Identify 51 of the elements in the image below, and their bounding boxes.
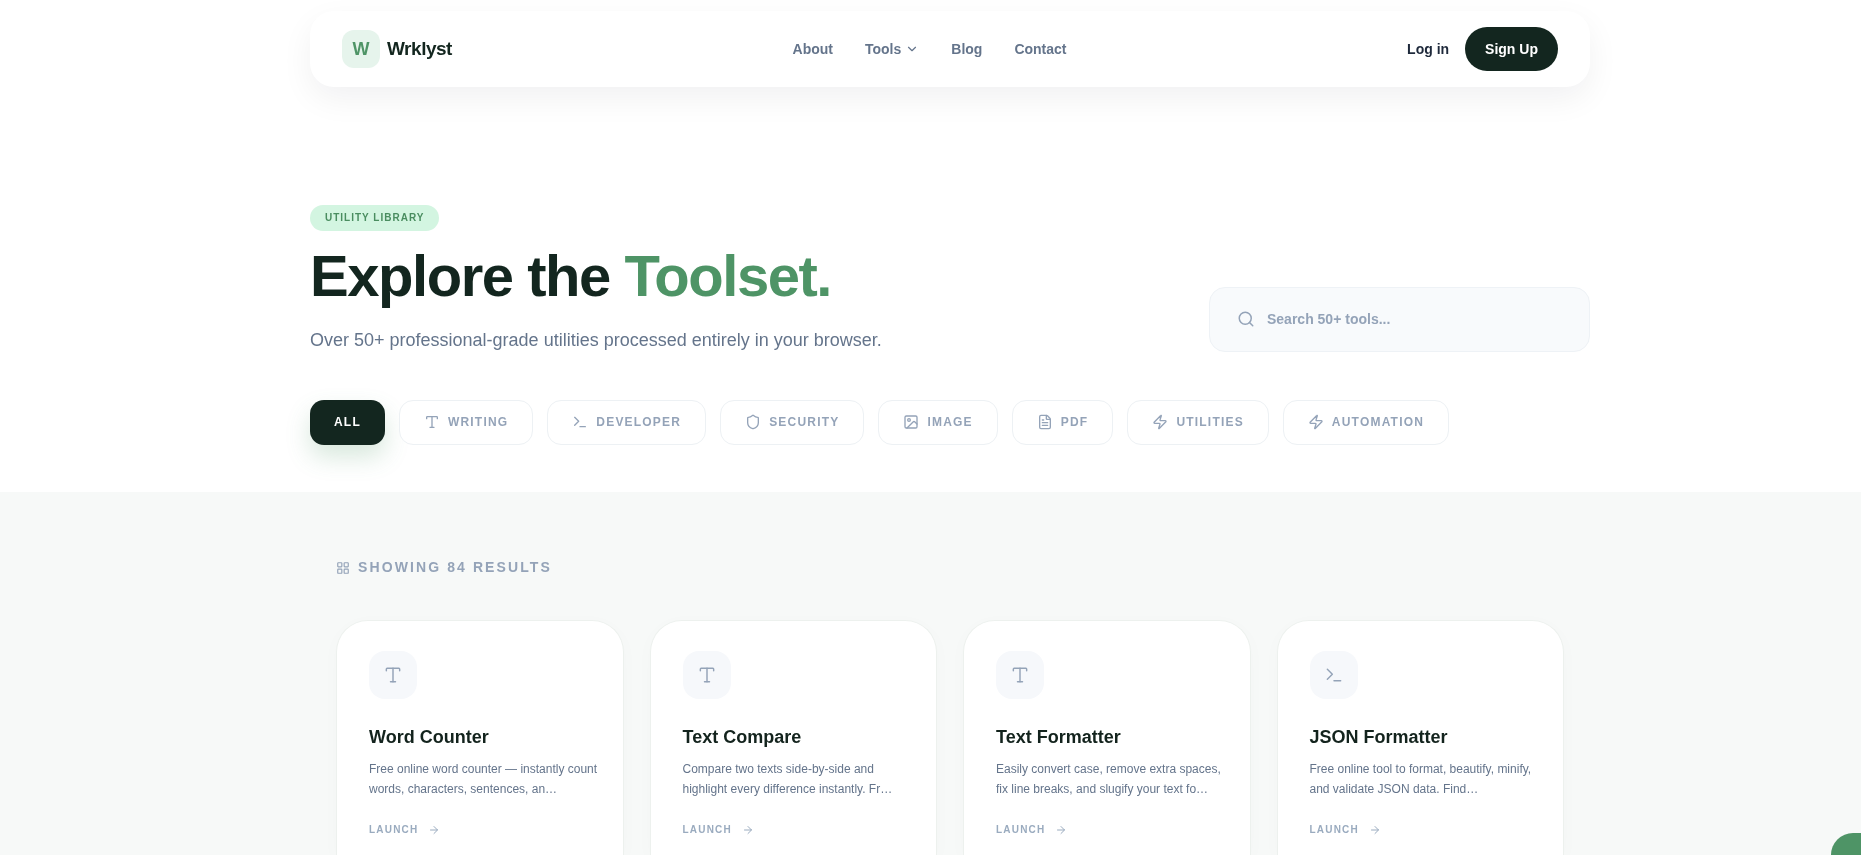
tool-description: Compare two texts side-by-side and highlight every difference instantly. Fr…	[682, 760, 894, 798]
terminal-icon	[1309, 650, 1358, 699]
logo-mark[interactable]: W	[342, 30, 380, 68]
results-count: SHOWING 84 RESULTS	[358, 558, 552, 577]
nav-link[interactable]: Blog	[951, 38, 983, 60]
lightning-icon	[1152, 414, 1169, 430]
filter-tab[interactable]: IMAGE	[878, 399, 998, 445]
tool-card[interactable]: Text Compare Compare two texts side-by-side and highlight every difference instantly. Fr… LAUNCH	[649, 619, 937, 855]
signup-button[interactable]: Sign Up	[1465, 27, 1558, 71]
document-icon	[1036, 414, 1053, 430]
nav-link[interactable]: About	[792, 38, 833, 60]
tool-title: Word Counter	[369, 725, 490, 749]
arrow-right-icon	[1368, 823, 1381, 836]
nav-link[interactable]: Contact	[1014, 38, 1067, 60]
tool-card[interactable]: Word Counter Free online word counter — instantly count words, characters, sentences, an… LAUNCH	[336, 619, 624, 855]
search-icon	[1237, 309, 1255, 328]
tool-description: Free online tool to format, beautify, minify, and validate JSON data. Find…	[1309, 760, 1533, 798]
text-icon	[996, 650, 1044, 699]
text-icon	[369, 650, 417, 699]
text-icon	[682, 650, 731, 699]
filter-tab[interactable]: SECURITY	[720, 399, 865, 445]
login-link[interactable]: Log in	[1407, 38, 1450, 60]
tool-card[interactable]: Text Formatter Easily convert case, remove extra spaces, fix line breaks, and slugify your text fo… LAUNCH	[963, 619, 1251, 855]
arrow-right-icon	[1055, 823, 1068, 836]
launch-link[interactable]: LAUNCH	[682, 821, 754, 838]
filter-tab[interactable]: WRITING	[398, 399, 534, 445]
arrow-right-icon	[741, 823, 754, 836]
filter-tab[interactable]: UTILITIES	[1127, 399, 1269, 445]
filter-tab[interactable]: PDF	[1011, 399, 1114, 445]
launch-link[interactable]: LAUNCH	[1309, 821, 1381, 838]
tool-title: Text Formatter	[996, 725, 1122, 749]
category-badge: UTILITY LIBRARY	[310, 204, 440, 231]
filter-tab[interactable]: ALL	[310, 399, 385, 445]
filter-tab[interactable]: AUTOMATION	[1282, 399, 1450, 445]
tool-description: Easily convert case, remove extra spaces, fix line breaks, and slugify your text fo…	[996, 760, 1222, 798]
text-icon	[423, 414, 440, 430]
tool-title: JSON Formatter	[1309, 725, 1449, 749]
lightning-icon	[1307, 414, 1324, 430]
tool-title: Text Compare	[682, 725, 803, 749]
tool-card[interactable]: JSON Formatter Free online tool to format, beautify, minify, and validate JSON data. Find… LAUNCH	[1276, 619, 1564, 855]
brand-name[interactable]: Wrklyst	[387, 34, 452, 64]
shield-icon	[745, 414, 762, 430]
image-icon	[903, 414, 920, 430]
page-subtitle: Over 50+ professional-grade utilities processed entirely in your browser.	[310, 328, 882, 352]
grid-icon	[336, 560, 350, 575]
search-field[interactable]: Search 50+ tools...	[1209, 286, 1590, 352]
tool-description: Free online word counter — instantly count words, characters, sentences, an…	[369, 760, 599, 798]
terminal-icon	[572, 414, 589, 430]
arrow-right-icon	[428, 823, 441, 836]
filter-tab[interactable]: DEVELOPER	[547, 399, 707, 445]
nav-link[interactable]: Tools	[865, 38, 920, 60]
